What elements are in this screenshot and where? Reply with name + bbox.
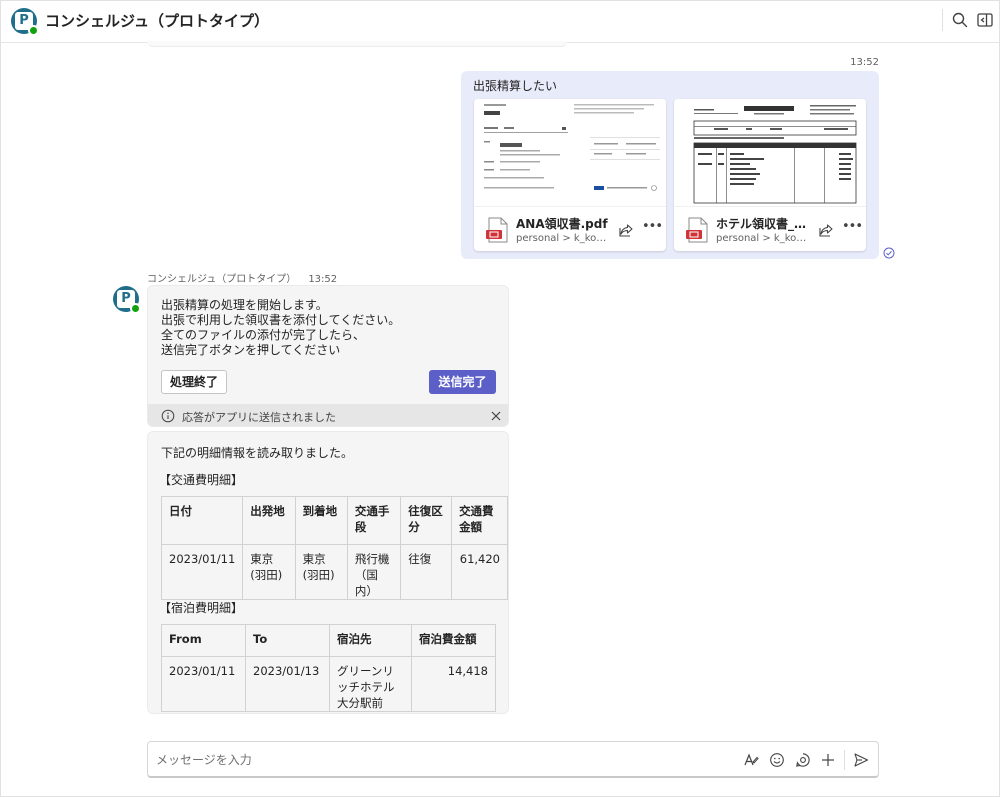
- pdf-file-icon: [686, 217, 708, 243]
- table-header-cell: 日付: [160, 496, 244, 545]
- end-process-button[interactable]: 処理終了: [161, 370, 227, 394]
- emoji-icon[interactable]: [769, 752, 785, 768]
- details-intro: 下記の明細情報を読み取りました。: [161, 446, 354, 460]
- send-icon[interactable]: [853, 752, 869, 768]
- chat-header: P コンシェルジュ（プロトタイプ）: [1, 1, 999, 43]
- sent-message-text: 出張精算したい: [473, 79, 558, 93]
- app-avatar: P: [113, 286, 141, 314]
- info-icon: [161, 409, 175, 423]
- card-line: 送信完了ボタンを押してください: [161, 343, 341, 357]
- table-cell: 2023/01/13: [245, 656, 330, 712]
- card-line: 出張で利用した領収書を添付してください。: [161, 313, 401, 327]
- table-cell: 東京(羽田): [294, 544, 348, 600]
- message-input[interactable]: [156, 751, 716, 769]
- table-cell: 2023/01/11: [160, 544, 244, 600]
- table-cell: 14,418: [411, 656, 496, 712]
- presence-available-icon: [28, 25, 39, 36]
- card-instructions: 出張精算の処理を開始します。 出張で利用した領収書を添付してください。 全てのフ…: [161, 298, 491, 358]
- chat-window: P コンシェルジュ（プロトタイプ） 13:52 出張精算したい ANA領収書.p…: [0, 0, 1000, 797]
- table-header-cell: 交通費金額: [451, 496, 508, 545]
- sent-message-bubble[interactable]: 出張精算したい ANA領収書.pdf personal > k_komu... …: [461, 71, 879, 259]
- card-line: 出張精算の処理を開始します。: [161, 298, 328, 312]
- table-cell: 2023/01/11: [161, 656, 246, 712]
- table-cell: 東京(羽田): [242, 544, 296, 600]
- previous-message-edge: [147, 41, 567, 47]
- attachment-card-hotel[interactable]: ホテル領収書_大... personal > k_komu... •••: [674, 99, 866, 251]
- card-line: 全てのファイルの添付が完了したら、: [161, 328, 366, 342]
- table-cell: 飛行機（国内）: [346, 544, 402, 600]
- lodging-table: From To 宿泊先 宿泊費金額 2023/01/11 2023/01/13 …: [161, 624, 496, 712]
- chat-title[interactable]: コンシェルジュ（プロトタイプ）: [45, 10, 269, 31]
- loop-component-icon[interactable]: [795, 752, 811, 768]
- bot-sender-name: コンシェルジュ（プロトタイプ）: [147, 274, 297, 285]
- open-sidebar-icon[interactable]: [975, 10, 995, 30]
- close-icon[interactable]: [490, 410, 502, 422]
- send-complete-button[interactable]: 送信完了: [429, 370, 496, 394]
- adaptive-card-details: 下記の明細情報を読み取りました。 【交通費明細】 日付 出発地 到着地 交通手段…: [147, 431, 509, 714]
- bot-message-time: 13:52: [308, 274, 338, 285]
- table-cell: グリーンリッチホテル大分駅前: [329, 656, 412, 712]
- table-header-cell: 出発地: [242, 496, 296, 545]
- table-cell: 往復: [400, 544, 453, 600]
- notice-text: 応答がアプリに送信されました: [182, 411, 336, 424]
- transport-section-title: 【交通費明細】: [159, 473, 244, 487]
- attachment-path: personal > k_komu...: [516, 233, 614, 244]
- add-icon[interactable]: [820, 752, 836, 768]
- attachment-thumbnail: [474, 99, 666, 207]
- response-sent-notice: 応答がアプリに送信されました: [148, 404, 508, 426]
- table-header-row: From To 宿泊先 宿泊費金額: [161, 624, 496, 657]
- attachment-thumbnail: [674, 99, 866, 207]
- attachment-path: personal > k_komu...: [716, 233, 814, 244]
- share-icon[interactable]: [618, 222, 634, 238]
- attachment-name: ホテル領収書_大...: [716, 217, 814, 231]
- table-header-cell: 交通手段: [346, 496, 402, 545]
- presence-available-icon: [130, 303, 141, 314]
- attachment-name: ANA領収書.pdf: [516, 217, 608, 231]
- sent-message-time: 13:52: [850, 57, 879, 68]
- table-header-cell: From: [161, 624, 246, 657]
- pdf-file-icon: [486, 217, 508, 243]
- lodging-section-title: 【宿泊費明細】: [159, 601, 244, 615]
- read-receipt-icon: [883, 247, 895, 259]
- table-cell: 61,420: [451, 544, 508, 600]
- search-icon[interactable]: [950, 10, 970, 30]
- format-text-icon[interactable]: [743, 752, 759, 768]
- app-avatar[interactable]: P: [11, 8, 39, 36]
- table-row: 2023/01/11 2023/01/13 グリーンリッチホテル大分駅前 14,…: [161, 656, 496, 712]
- more-options-icon[interactable]: •••: [842, 219, 863, 235]
- bot-message-meta: コンシェルジュ（プロトタイプ） 13:52: [147, 270, 337, 285]
- transport-table: 日付 出発地 到着地 交通手段 往復区分 交通費金額 2023/01/11 東京…: [160, 496, 508, 600]
- bot-avatar[interactable]: P: [113, 286, 141, 314]
- compose-divider: [844, 750, 845, 770]
- compose-box: [147, 741, 879, 778]
- table-header-cell: To: [245, 624, 330, 657]
- table-header-cell: 宿泊先: [329, 624, 412, 657]
- table-header-cell: 宿泊費金額: [411, 624, 496, 657]
- header-divider: [942, 9, 943, 31]
- table-header-row: 日付 出発地 到着地 交通手段 往復区分 交通費金額: [160, 496, 508, 545]
- more-options-icon[interactable]: •••: [642, 219, 663, 235]
- table-row: 2023/01/11 東京(羽田) 東京(羽田) 飛行機（国内） 往復 61,4…: [160, 544, 508, 600]
- table-header-cell: 到着地: [294, 496, 348, 545]
- table-header-cell: 往復区分: [400, 496, 453, 545]
- adaptive-card-start: 出張精算の処理を開始します。 出張で利用した領収書を添付してください。 全てのフ…: [147, 285, 509, 427]
- share-icon[interactable]: [818, 222, 834, 238]
- attachment-card-ana[interactable]: ANA領収書.pdf personal > k_komu... •••: [474, 99, 666, 251]
